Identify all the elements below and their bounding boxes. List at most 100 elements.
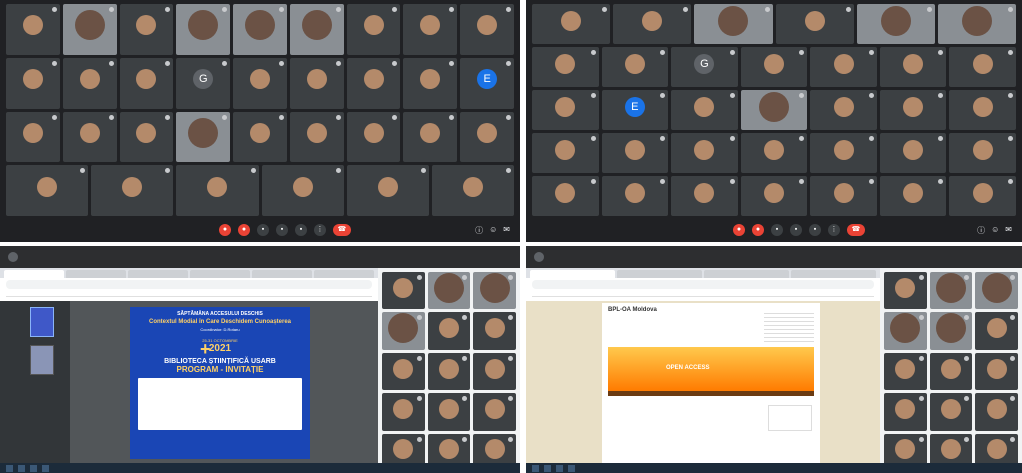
info-icon[interactable]: ⓘ [977,225,985,236]
windows-icon[interactable] [6,464,13,472]
browser-tab[interactable] [66,270,126,278]
participant-tile[interactable] [233,4,287,55]
present-icon[interactable]: ▪ [295,224,307,236]
participant-tile[interactable] [176,111,231,163]
participant-tile[interactable] [531,133,599,173]
participant-tile[interactable] [740,90,808,130]
participant-tile[interactable] [975,312,1018,350]
participant-tile[interactable] [884,393,927,431]
camera-icon[interactable]: ● [238,224,250,236]
taskbar-app-icon[interactable] [18,464,25,472]
participant-tile[interactable] [427,352,471,391]
participant-tile[interactable] [473,272,516,310]
browser-tab[interactable] [530,270,615,278]
participant-tile[interactable] [929,312,973,350]
browser-tab[interactable] [704,270,789,278]
participant-tile[interactable] [949,90,1017,130]
participant-tile[interactable] [473,352,516,391]
participant-tile[interactable] [810,133,877,173]
people-icon[interactable]: ☺ [489,225,497,236]
leave-call-icon[interactable]: ☎ [333,224,351,236]
participant-tile[interactable] [346,165,429,216]
participant-tile[interactable] [740,133,808,173]
participant-tile[interactable] [740,47,808,87]
participant-tile[interactable] [929,352,973,391]
taskbar-app-icon[interactable] [568,464,575,472]
participant-tile[interactable] [810,90,877,130]
participant-tile[interactable] [403,57,458,109]
address-bar[interactable] [6,280,372,289]
pdf-thumbnail[interactable] [30,345,54,375]
participant-tile[interactable] [233,111,287,163]
participant-tile[interactable] [5,165,89,216]
participant-tile[interactable] [810,47,877,87]
participant-tile[interactable] [5,57,60,109]
chat-icon[interactable]: ✉ [503,225,510,236]
participant-tile[interactable] [879,133,947,173]
browser-tab[interactable] [252,270,312,278]
mic-icon[interactable]: ● [733,224,745,236]
participant-tile[interactable]: G [671,47,738,87]
more-icon[interactable]: ⋮ [828,224,840,236]
participant-tile[interactable] [176,165,259,216]
info-icon[interactable]: ⓘ [475,225,483,236]
participant-tile[interactable]: E [601,90,669,130]
participant-tile[interactable] [431,165,515,216]
participant-tile[interactable] [949,133,1017,173]
leave-call-icon[interactable]: ☎ [847,224,865,236]
participant-tile[interactable] [346,57,401,109]
chat-icon[interactable]: ✉ [1005,225,1012,236]
participant-tile[interactable] [5,111,60,163]
participant-tile[interactable] [810,176,877,216]
participant-tile[interactable] [473,312,516,350]
participant-tile[interactable] [975,393,1018,431]
captions-icon[interactable]: ▪ [257,224,269,236]
participant-tile[interactable] [671,176,738,216]
participant-tile[interactable] [460,111,515,163]
participant-tile[interactable] [62,4,117,55]
participant-tile[interactable] [671,133,738,173]
participant-tile[interactable] [929,393,973,431]
participant-tile[interactable] [382,393,425,431]
captions-icon[interactable]: ▪ [771,224,783,236]
browser-tab[interactable] [791,270,876,278]
participant-tile[interactable] [531,176,599,216]
participant-tile[interactable] [62,57,117,109]
taskbar-app-icon[interactable] [42,464,49,472]
participant-tile[interactable] [289,4,344,55]
taskbar-app-icon[interactable] [544,464,551,472]
participant-tile[interactable] [975,352,1018,391]
participant-tile[interactable] [427,312,471,350]
participant-tile[interactable] [289,57,344,109]
participant-tile[interactable] [382,352,425,391]
participant-tile[interactable] [346,4,401,55]
browser-tab[interactable] [314,270,374,278]
participant-tile[interactable] [403,111,458,163]
participant-tile[interactable] [62,111,117,163]
participant-tile[interactable] [740,176,808,216]
participant-tile[interactable] [382,272,425,310]
participant-tile[interactable] [531,90,599,130]
participant-tile[interactable] [975,272,1018,310]
taskbar-app-icon[interactable] [30,464,37,472]
windows-icon[interactable] [532,464,539,472]
browser-tab[interactable] [4,270,64,278]
participant-tile[interactable] [884,272,927,310]
participant-tile[interactable] [937,4,1017,44]
participant-tile[interactable] [601,176,669,216]
participant-tile[interactable] [427,272,471,310]
participant-tile[interactable] [601,133,669,173]
participant-tile[interactable] [91,165,174,216]
participant-tile[interactable] [531,47,599,87]
participant-tile[interactable] [884,312,927,350]
present-icon[interactable]: ▪ [809,224,821,236]
participant-tile[interactable] [233,57,287,109]
participant-tile[interactable] [879,47,947,87]
participant-tile[interactable] [427,393,471,431]
participant-tile[interactable] [949,176,1017,216]
participant-tile[interactable] [119,57,174,109]
participant-tile[interactable] [403,4,458,55]
participant-tile[interactable] [119,111,174,163]
participant-tile[interactable] [775,4,854,44]
browser-tab[interactable] [617,270,702,278]
